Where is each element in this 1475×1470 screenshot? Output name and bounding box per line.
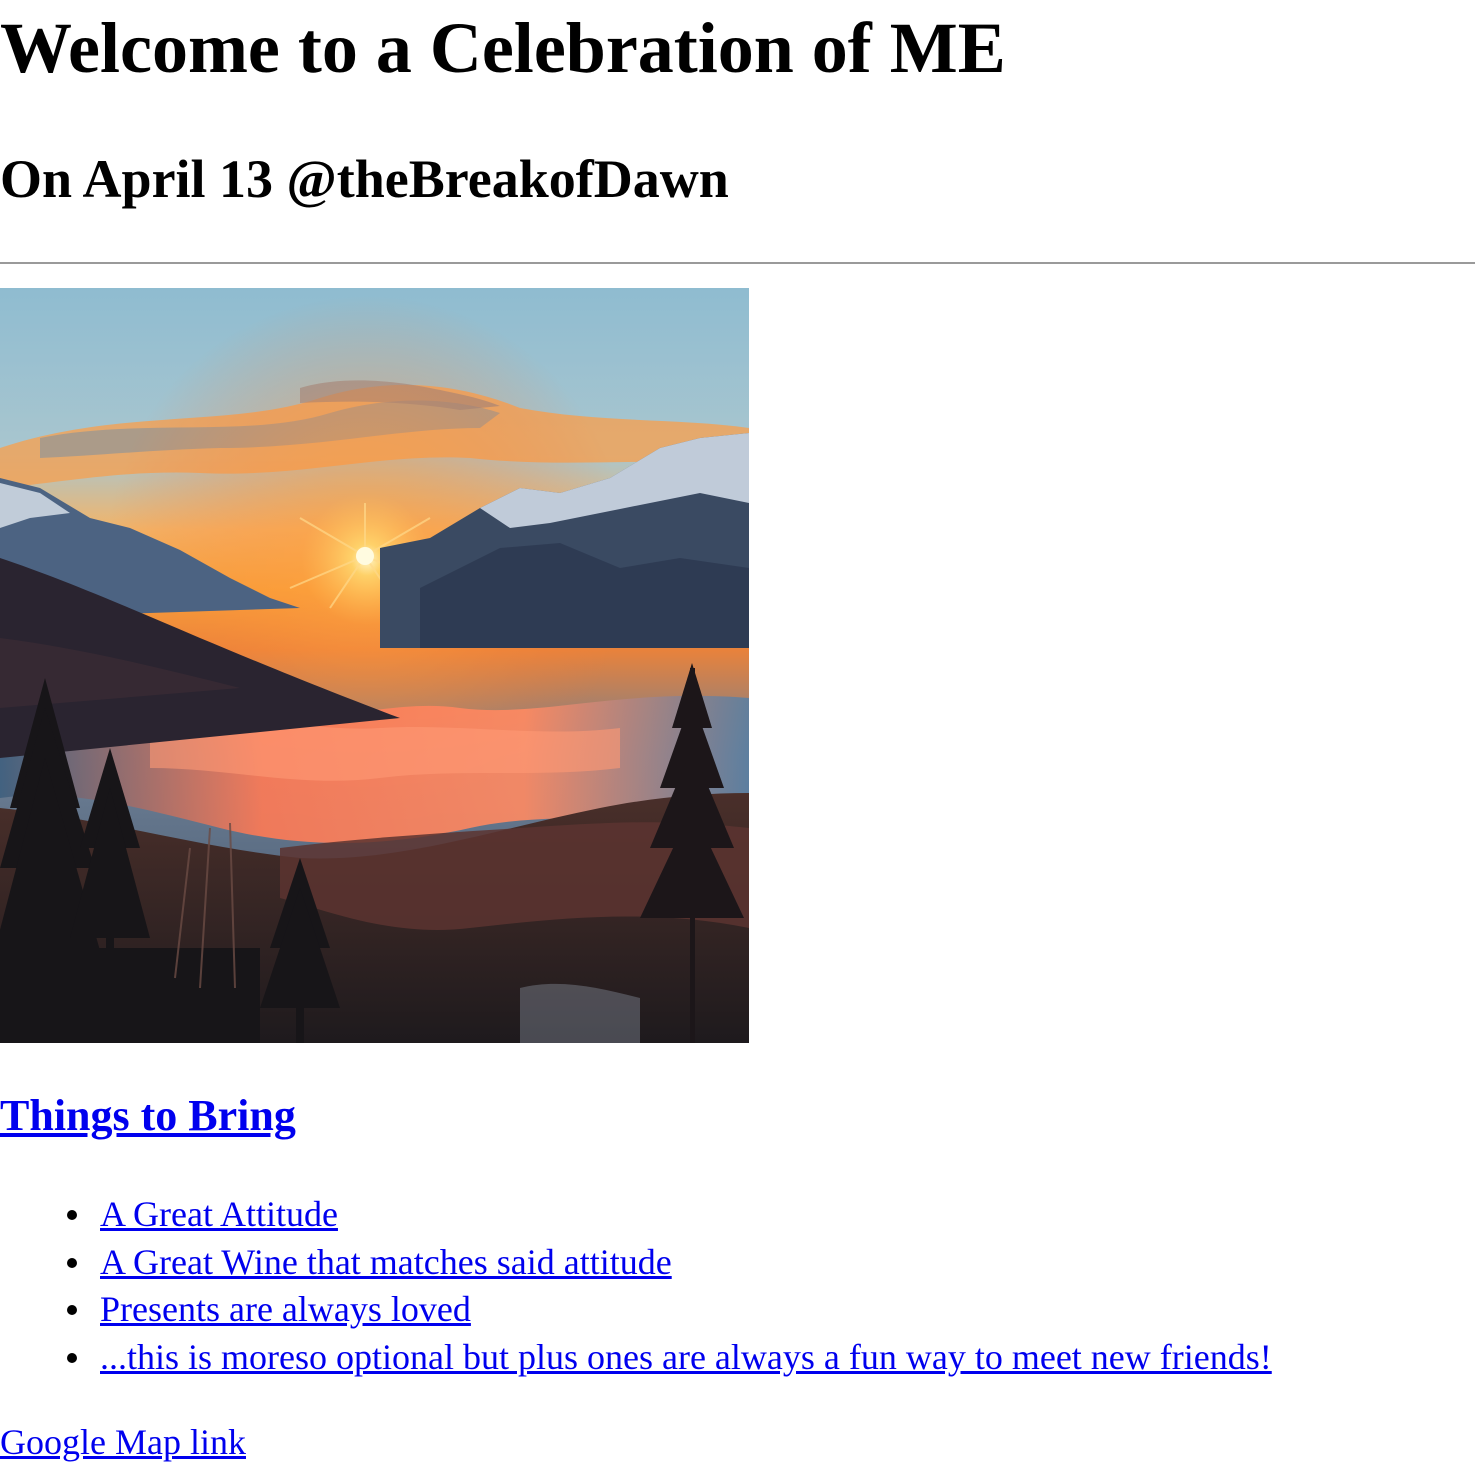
- bring-item-link[interactable]: A Great Wine that matches said attitude: [100, 1242, 672, 1282]
- bullet-icon: [67, 1305, 77, 1315]
- list-item: A Great Attitude: [67, 1191, 1272, 1239]
- bring-item-link[interactable]: ...this is moreso optional but plus ones…: [100, 1337, 1272, 1377]
- list-item: ...this is moreso optional but plus ones…: [67, 1334, 1272, 1382]
- list-item: A Great Wine that matches said attitude: [67, 1239, 1272, 1287]
- event-date-subtitle: On April 13 @theBreakofDawn: [0, 149, 729, 209]
- bring-item-link[interactable]: Presents are always loved: [100, 1289, 471, 1329]
- bullet-icon: [67, 1257, 77, 1268]
- hero-image: [0, 288, 749, 1043]
- bring-item-link[interactable]: A Great Attitude: [100, 1194, 338, 1234]
- bullet-icon: [67, 1352, 77, 1363]
- things-to-bring-link[interactable]: Things to Bring: [0, 1091, 296, 1140]
- list-item: Presents are always loved: [67, 1286, 1272, 1334]
- divider: [0, 262, 1475, 264]
- google-map-link[interactable]: Google Map link: [0, 1418, 246, 1466]
- things-to-bring-heading[interactable]: Things to Bring: [0, 1088, 296, 1144]
- bring-list: A Great Attitude A Great Wine that match…: [0, 1191, 1272, 1381]
- bullet-icon: [67, 1210, 77, 1220]
- sunrise-mountain-image: [0, 288, 749, 1043]
- page-title: Welcome to a Celebration of ME: [0, 8, 1006, 88]
